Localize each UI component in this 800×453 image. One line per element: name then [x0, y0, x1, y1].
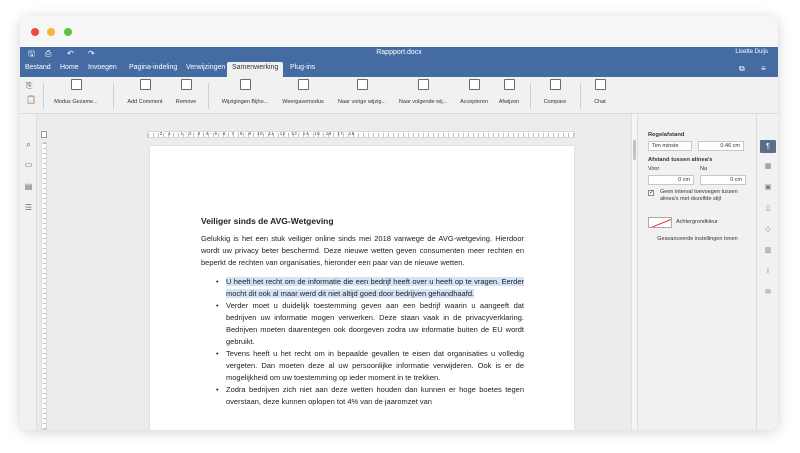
tab-stop-selector[interactable]	[41, 131, 47, 138]
comment-icon	[139, 79, 151, 90]
tab-plug-ins[interactable]: Plug-ins	[290, 64, 315, 71]
document-page[interactable]: Veiliger sinds de AVG-Wetgeving Gelukkig…	[150, 146, 574, 430]
ribbon-toolbar: ⎘ 📋 Modus Gezame... Add Comment Remove W…	[20, 77, 778, 114]
tab-samenwerking[interactable]: Samenwerking	[227, 62, 284, 77]
ruler-marks: · 2 · 1 · · 1 · 2 · 3 · 4 · 5 · 6 · 7 · …	[156, 131, 355, 136]
next-change-button[interactable]: Naar volgende wij...	[394, 79, 452, 105]
before-label: Voor	[648, 166, 660, 172]
compare-icon	[549, 79, 561, 90]
display-mode-icon	[297, 79, 309, 90]
tab-verwijzingen[interactable]: Verwijzingen	[186, 64, 225, 71]
chat-icon[interactable]: ▤	[24, 182, 33, 191]
tab-bestand[interactable]: Bestand	[25, 64, 51, 71]
bullet-list: U heeft het recht om de informatie die e…	[201, 276, 524, 408]
document-title: Rappport.docx	[376, 49, 422, 56]
no-interval-label-1: Geen interval toevoegen tussen	[660, 189, 738, 195]
line-spacing-value-input[interactable]: 0.46 cm	[698, 141, 744, 151]
copy-icon[interactable]: ⎘	[26, 81, 32, 91]
left-sidebar: ⌕ ▭ ▤ ☰	[20, 114, 37, 430]
paste-icon[interactable]: 📋	[26, 95, 36, 104]
table-settings-icon[interactable]: ▦	[763, 162, 773, 172]
tab-invoegen[interactable]: Invoegen	[88, 64, 117, 71]
text-art-icon[interactable]: Ꭵ	[763, 267, 773, 277]
horizontal-ruler[interactable]: · 2 · 1 · · 1 · 2 · 3 · 4 · 5 · 6 · 7 · …	[147, 131, 575, 138]
ribbon-separator	[530, 83, 531, 109]
spacing-before-input[interactable]: 0 cm	[648, 175, 694, 185]
right-toolbar: ¶ ▦ ▣ ▯ ◇ ▥ Ꭵ ✉	[756, 114, 778, 430]
list-item[interactable]: U heeft het recht om de informatie die e…	[216, 276, 524, 300]
ribbon-tabs: Bestand Home Invoegen Pagina-indeling Ve…	[20, 61, 778, 77]
paragraph-settings-icon[interactable]: ¶	[760, 140, 776, 153]
intro-paragraph[interactable]: Gelukkig is het een stuk veiliger online…	[201, 233, 524, 269]
accept-button[interactable]: Accepteren	[456, 79, 492, 105]
advanced-settings-link[interactable]: Geavanceerde instellingen tonen	[648, 234, 747, 245]
line-spacing-mode-select[interactable]: Ten minste	[648, 141, 692, 151]
add-comment-button[interactable]: Add Comment	[124, 79, 166, 105]
user-name[interactable]: Lisette Duijs	[735, 49, 768, 55]
spacing-after-input[interactable]: 0 cm	[700, 175, 746, 185]
line-spacing-label: Regelafstand	[648, 132, 685, 138]
reject-icon	[503, 79, 515, 90]
mail-merge-icon[interactable]: ✉	[763, 288, 773, 298]
document-body[interactable]: Veiliger sinds de AVG-Wetgeving Gelukkig…	[201, 216, 524, 408]
background-color-picker[interactable]	[648, 217, 672, 228]
comments-icon[interactable]: ▭	[24, 160, 33, 169]
trash-icon	[180, 79, 192, 90]
image-settings-icon[interactable]: ▣	[763, 183, 773, 193]
maximize-window-button[interactable]	[64, 28, 72, 36]
vertical-ruler[interactable]	[41, 142, 47, 430]
list-item[interactable]: Zodra bedrijven zich niet aan deze wette…	[216, 384, 524, 408]
search-icon[interactable]: ⌕	[24, 140, 33, 150]
no-interval-checkbox[interactable]: ✓	[648, 190, 654, 196]
display-mode-button[interactable]: Weergavemodus	[277, 79, 329, 105]
chat-button[interactable]: Chat	[588, 79, 612, 105]
paragraph-spacing-label: Afstand tussen alinea's	[648, 157, 713, 163]
ribbon-separator	[208, 83, 209, 109]
window-titlebar	[20, 16, 778, 47]
list-item[interactable]: Tevens heeft u het recht om in bepaalde …	[216, 348, 524, 384]
selected-text[interactable]: U heeft het recht om de informatie die e…	[226, 277, 524, 298]
minimize-window-button[interactable]	[47, 28, 55, 36]
background-color-label: Achtergrondkleur	[676, 219, 718, 225]
paragraph-settings-panel: Regelafstand Ten minste 0.46 cm Afstand …	[637, 114, 756, 430]
co-editing-mode-button[interactable]: Modus Gezame...	[52, 79, 100, 105]
app-window: 🖫 ⎙ ↶ ↷ Rappport.docx Lisette Duijs Best…	[20, 16, 778, 430]
co-editing-icon	[70, 79, 82, 90]
ribbon-separator	[580, 83, 581, 109]
previous-change-icon	[356, 79, 368, 90]
accept-icon	[468, 79, 480, 90]
menu-icon[interactable]: ≡	[761, 64, 766, 73]
track-changes-icon	[239, 79, 251, 90]
ribbon-separator	[43, 83, 44, 109]
tab-home[interactable]: Home	[60, 64, 79, 71]
next-change-icon	[417, 79, 429, 90]
document-canvas: · 2 · 1 · · 1 · 2 · 3 · 4 · 5 · 6 · 7 · …	[37, 114, 631, 430]
no-interval-label-2: alinea's met dezelfde stijl	[660, 196, 721, 202]
list-item[interactable]: Verder moet u duidelijk toestemming geve…	[216, 300, 524, 348]
close-window-button[interactable]	[31, 28, 39, 36]
reject-button[interactable]: Afwijzen	[496, 79, 522, 105]
document-heading[interactable]: Veiliger sinds de AVG-Wetgeving	[201, 216, 524, 226]
navigation-icon[interactable]: ☰	[24, 203, 33, 212]
previous-change-button[interactable]: Naar vorige wijzig...	[334, 79, 390, 105]
compare-button[interactable]: Compare	[538, 79, 572, 105]
shape-settings-icon[interactable]: ◇	[763, 225, 773, 235]
remove-comment-button[interactable]: Remove	[170, 79, 202, 105]
chat-icon	[594, 79, 606, 90]
app-header: 🖫 ⎙ ↶ ↷ Rappport.docx Lisette Duijs	[20, 47, 778, 61]
chart-settings-icon[interactable]: ▥	[763, 246, 773, 256]
track-changes-button[interactable]: Wijzigingen Bijho...	[217, 79, 273, 105]
header-footer-icon[interactable]: ▯	[763, 204, 773, 214]
ribbon-separator	[113, 83, 114, 109]
open-location-icon[interactable]: ⧉	[739, 64, 745, 74]
after-label: Na	[700, 166, 708, 172]
scrollbar-thumb[interactable]	[633, 140, 636, 160]
no-color-slash	[649, 218, 671, 227]
ruler-ticks	[43, 143, 46, 429]
tab-pagina-indeling[interactable]: Pagina-indeling	[129, 64, 177, 71]
